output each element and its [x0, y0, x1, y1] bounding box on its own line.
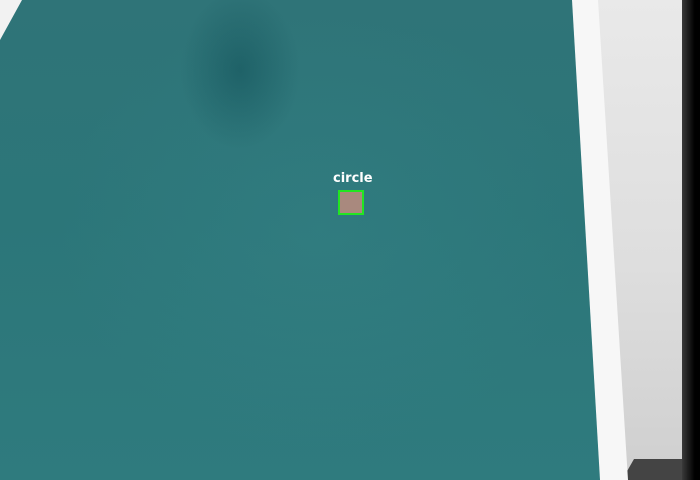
detection-bounding-box	[338, 190, 364, 215]
dark-edge	[682, 0, 700, 480]
camera-frame: circle	[0, 0, 700, 480]
detection-label: circle	[333, 171, 373, 186]
